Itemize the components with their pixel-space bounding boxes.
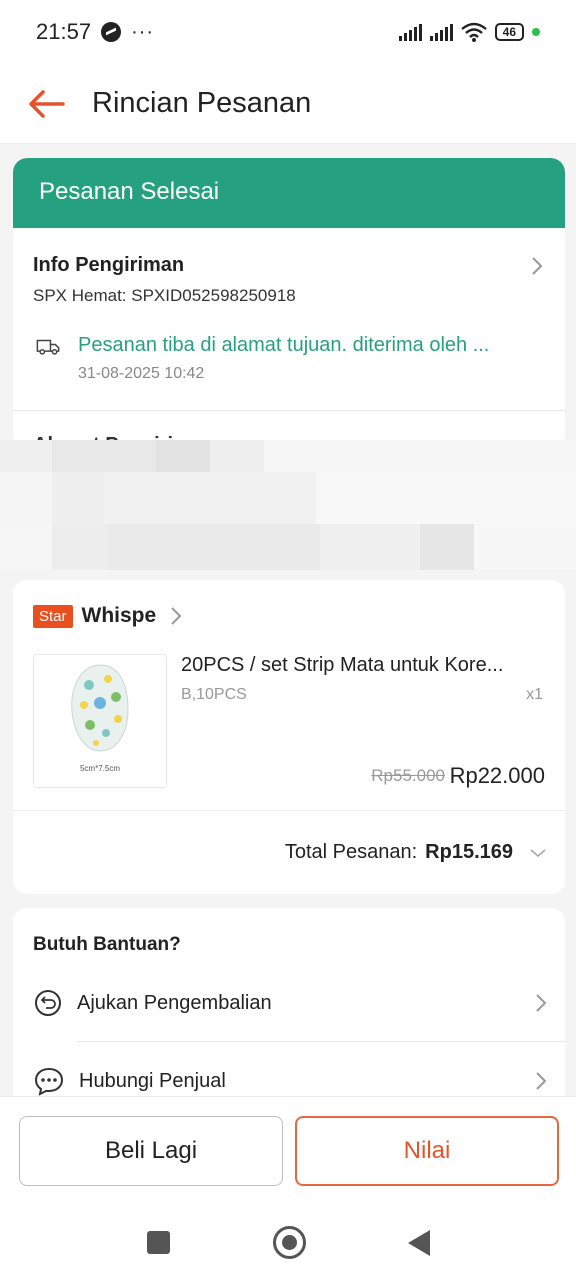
return-request-label: Ajukan Pengembalian bbox=[77, 991, 272, 1014]
return-request-item[interactable]: Ajukan Pengembalian bbox=[33, 988, 547, 1018]
divider bbox=[77, 1041, 565, 1042]
bottom-action-bar: Beli Lagi Nilai bbox=[0, 1096, 576, 1200]
messenger-icon bbox=[101, 22, 122, 42]
return-icon bbox=[35, 990, 61, 1016]
final-price: Rp22.000 bbox=[449, 763, 545, 788]
back-button[interactable] bbox=[0, 64, 92, 144]
shop-name: Whispe bbox=[81, 604, 157, 627]
tracking-status: Pesanan tiba di alamat tujuan. diterima … bbox=[78, 334, 490, 356]
home-button[interactable] bbox=[273, 1226, 306, 1259]
order-total-row[interactable]: Total Pesanan: Rp15.169 bbox=[13, 810, 565, 894]
original-price: Rp55.000 bbox=[371, 766, 445, 785]
truck-icon bbox=[36, 339, 60, 355]
star-seller-badge: Star bbox=[33, 604, 73, 628]
product-thumbnail: 5cm*7.5cm bbox=[33, 654, 167, 788]
recents-button[interactable] bbox=[147, 1231, 170, 1254]
wifi-icon bbox=[460, 22, 487, 42]
order-status-header: Pesanan Selesai bbox=[13, 158, 565, 228]
arrow-left-icon bbox=[29, 89, 65, 118]
redacted-address-area bbox=[0, 440, 576, 570]
product-name: 20PCS / set Strip Mata untuk Kore... bbox=[181, 654, 504, 676]
help-title: Butuh Bantuan? bbox=[33, 934, 181, 955]
app-bar: Rincian Pesanan bbox=[0, 64, 576, 144]
signal-icon-2 bbox=[429, 23, 453, 41]
shipping-info-row[interactable]: Info Pengiriman SPX Hemat: SPXID05259825… bbox=[13, 228, 565, 383]
chevron-right-icon bbox=[536, 994, 547, 1012]
tracking-time: 31-08-2025 10:42 bbox=[78, 365, 205, 382]
chevron-right-icon bbox=[171, 607, 182, 625]
chevron-right-icon bbox=[532, 257, 543, 275]
page-title: Rincian Pesanan bbox=[92, 87, 312, 119]
help-card: Butuh Bantuan? Ajukan Pengembalian Hubun… bbox=[13, 908, 565, 1108]
product-item[interactable]: 5cm*7.5cm 20PCS / set Strip Mata untuk K… bbox=[13, 654, 565, 814]
signal-icon bbox=[398, 23, 422, 41]
tracking-number: SPX Hemat: SPXID052598250918 bbox=[33, 286, 296, 305]
system-back-button[interactable] bbox=[408, 1230, 430, 1256]
rate-button[interactable]: Nilai bbox=[295, 1116, 559, 1186]
chat-icon bbox=[34, 1067, 64, 1096]
product-variant: B,10PCS bbox=[181, 686, 247, 703]
system-nav-bar bbox=[0, 1200, 576, 1280]
order-total-value: Rp15.169 bbox=[425, 841, 513, 863]
contact-seller-item[interactable]: Hubungi Penjual bbox=[33, 1066, 547, 1096]
product-card: Star Whispe 5cm*7.5cm 20PCS / set Strip … bbox=[13, 580, 565, 894]
more-notifications-icon: ··· bbox=[131, 20, 155, 43]
chevron-down-icon bbox=[530, 848, 546, 857]
shipping-info-title: Info Pengiriman bbox=[33, 254, 185, 276]
chevron-right-icon bbox=[536, 1072, 547, 1090]
divider bbox=[13, 410, 565, 411]
battery-icon: 46 bbox=[494, 23, 524, 41]
order-status-card: Pesanan Selesai Info Pengiriman SPX Hema… bbox=[13, 158, 565, 448]
contact-seller-label: Hubungi Penjual bbox=[79, 1069, 226, 1092]
thumbnail-caption: 5cm*7.5cm bbox=[79, 764, 120, 773]
buy-again-button[interactable]: Beli Lagi bbox=[19, 1116, 283, 1186]
eye-strip-image-icon bbox=[71, 664, 129, 752]
clock: 21:57 bbox=[36, 19, 92, 44]
privacy-indicator-dot bbox=[532, 28, 540, 36]
shop-row[interactable]: Star Whispe bbox=[13, 580, 565, 628]
product-quantity: x1 bbox=[526, 686, 543, 703]
order-total-label: Total Pesanan: bbox=[284, 841, 418, 863]
status-bar: 21:57 ··· 46 bbox=[0, 0, 576, 64]
